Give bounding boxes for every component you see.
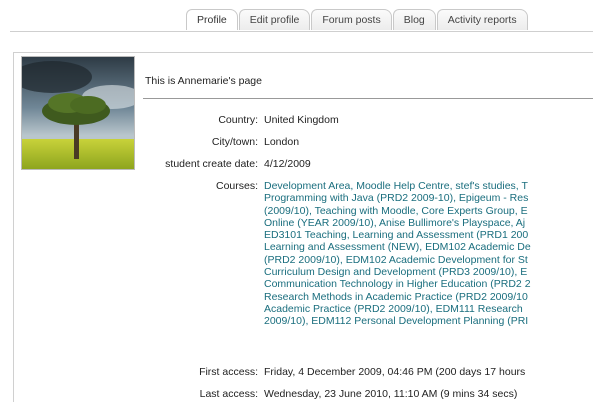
profile-divider <box>143 98 593 99</box>
tab-edit-profile[interactable]: Edit profile <box>238 9 311 30</box>
course-line[interactable]: (2009/10), Teaching with Moodle, Core Ex… <box>264 205 593 217</box>
course-line[interactable]: ED3101 Teaching, Learning and Assessment… <box>264 229 593 241</box>
first-access-value: Friday, 4 December 2009, 04:46 PM (200 d… <box>264 366 526 378</box>
tab-forum-posts[interactable]: Forum posts <box>311 9 392 30</box>
course-line[interactable]: Development Area, Moodle Help Centre, st… <box>264 180 593 192</box>
courses-label: Courses: <box>215 180 258 192</box>
city-label: City/town: <box>211 136 258 148</box>
course-line[interactable]: Learning and Assessment (NEW), EDM102 Ac… <box>264 241 593 253</box>
course-line[interactable]: Programming with Java (PRD2 2009-10), Ep… <box>264 192 593 204</box>
country-value: United Kingdom <box>264 114 339 126</box>
profile-tabs: Profile Edit profile Forum posts Blog Activi… <box>186 9 529 31</box>
course-line[interactable]: Online (YEAR 2009/10), Anise Bullimore's… <box>264 217 593 229</box>
first-access-label: First access: <box>199 366 258 378</box>
user-picture[interactable] <box>21 56 135 170</box>
course-line[interactable]: (PRD2 2009/10), EDM102 Academic Developm… <box>264 254 593 266</box>
course-line[interactable]: Research Methods in Academic Practice (P… <box>264 291 593 303</box>
tree-photo-icon <box>22 57 134 169</box>
last-access-value: Wednesday, 23 June 2010, 11:10 AM (9 min… <box>264 388 518 400</box>
tab-activity-reports[interactable]: Activity reports <box>436 9 528 30</box>
create-date-label: student create date: <box>165 158 258 170</box>
course-line[interactable]: Academic Practice (PRD2 2009/10), EDM111… <box>264 303 593 315</box>
create-date-value: 4/12/2009 <box>264 158 311 170</box>
tab-profile[interactable]: Profile <box>186 9 238 30</box>
city-value: London <box>264 136 300 148</box>
course-line[interactable]: 2009/10), EDM112 Personal Development Pl… <box>264 315 593 327</box>
courses-list: Development Area, Moodle Help Centre, st… <box>264 180 593 328</box>
tab-divider <box>10 31 593 32</box>
tab-blog[interactable]: Blog <box>392 9 436 30</box>
last-access-label: Last access: <box>199 388 258 400</box>
course-line[interactable]: Communication Technology in Higher Educa… <box>264 278 593 290</box>
country-label: Country: <box>218 114 258 126</box>
course-line[interactable]: Curriculum Design and Development (PRD3 … <box>264 266 593 278</box>
profile-intro-text: This is Annemarie's page <box>145 75 262 87</box>
